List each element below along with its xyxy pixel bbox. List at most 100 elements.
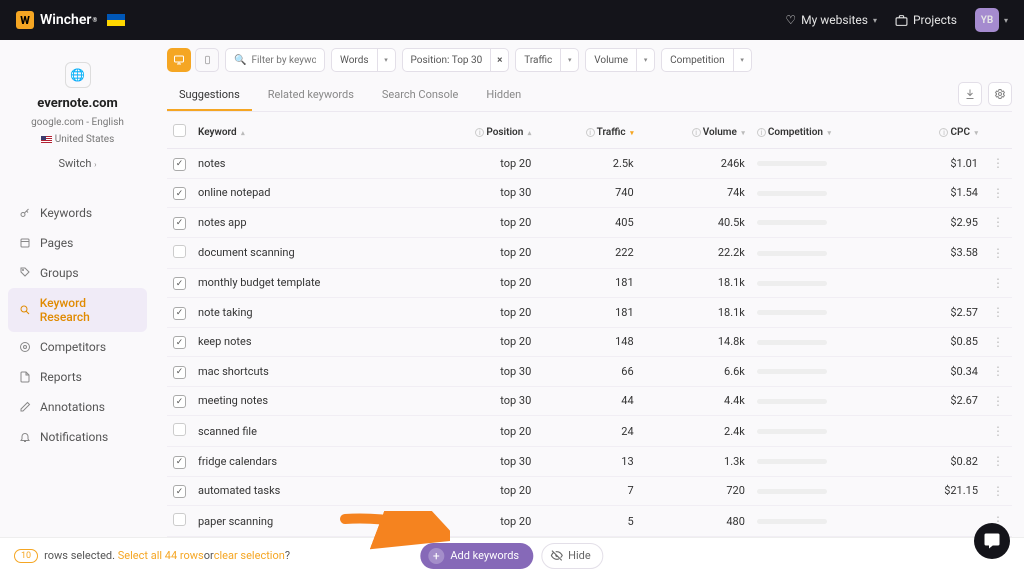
tab-suggestions[interactable]: Suggestions [167,80,252,111]
cell-position: top 30 [421,357,537,387]
chevron-down-icon[interactable]: ▾ [560,49,578,71]
eye-off-icon [550,549,563,562]
col-cpc[interactable]: iCPC ▾ [898,116,984,149]
row-checkbox[interactable] [173,336,186,349]
sidebar-item-annotations[interactable]: Annotations [8,392,147,422]
switch-site-link[interactable]: Switch › [14,157,141,170]
tab-search-console[interactable]: Search Console [370,80,470,111]
chevron-down-icon: ▾ [873,16,877,25]
tabs: Suggestions Related keywords Search Cons… [167,80,533,111]
keyword-filter-field[interactable] [251,55,316,66]
row-checkbox[interactable] [173,158,186,171]
row-menu-icon[interactable]: ⋮ [990,394,1006,408]
cell-volume: 22.2k [640,237,751,268]
brand-logo[interactable]: W Wincher ® [16,11,125,29]
row-checkbox[interactable] [173,307,186,320]
select-all-link[interactable]: Select all 44 rows [118,549,204,562]
row-checkbox[interactable] [173,513,186,526]
sidebar-item-groups[interactable]: Groups [8,258,147,288]
info-icon: i [586,128,595,137]
row-checkbox[interactable] [173,366,186,379]
cell-cpc: $0.34 [898,357,984,387]
user-menu[interactable]: YB ▾ [975,8,1008,32]
row-checkbox[interactable] [173,217,186,230]
col-position[interactable]: iPosition ▴ [421,116,537,149]
cell-position: top 30 [421,386,537,416]
tab-related[interactable]: Related keywords [256,80,366,111]
ukraine-flag-icon [107,14,125,26]
cell-position: top 20 [421,149,537,179]
settings-button[interactable] [988,82,1012,106]
add-keywords-button[interactable]: + Add keywords [420,543,533,569]
words-filter[interactable]: Words▾ [331,48,396,72]
row-checkbox[interactable] [173,456,186,469]
row-menu-icon[interactable]: ⋮ [990,424,1006,438]
row-menu-icon[interactable]: ⋮ [990,305,1006,319]
row-menu-icon[interactable]: ⋮ [990,246,1006,260]
row-menu-icon[interactable]: ⋮ [990,156,1006,170]
row-menu-icon[interactable]: ⋮ [990,364,1006,378]
row-menu-icon[interactable]: ⋮ [990,215,1006,229]
row-menu-icon[interactable]: ⋮ [990,484,1006,498]
close-icon[interactable]: × [490,49,508,71]
col-competition[interactable]: iCompetition ▾ [751,116,898,149]
keyword-filter-input[interactable]: 🔍 [225,48,325,72]
chat-fab[interactable] [974,523,1010,559]
cell-cpc: $2.67 [898,386,984,416]
row-checkbox[interactable] [173,245,186,258]
cell-cpc [898,416,984,447]
cell-traffic: 405 [537,208,639,238]
cell-position: top 20 [421,208,537,238]
cell-competition [751,298,898,328]
cell-traffic: 181 [537,298,639,328]
row-menu-icon[interactable]: ⋮ [990,276,1006,290]
sidebar-item-reports[interactable]: Reports [8,362,147,392]
competition-filter[interactable]: Competition▾ [661,48,752,72]
cell-keyword: keep notes [192,327,421,357]
row-checkbox[interactable] [173,423,186,436]
sidebar-item-competitors[interactable]: Competitors [8,332,147,362]
tab-hidden[interactable]: Hidden [474,80,533,111]
pages-icon [18,237,32,249]
select-all-checkbox[interactable] [173,124,186,137]
download-button[interactable] [958,82,982,106]
col-traffic[interactable]: iTraffic ▾ [537,116,639,149]
hide-button[interactable]: Hide [541,543,604,569]
volume-filter[interactable]: Volume▾ [585,48,655,72]
site-engine: google.com - English [14,117,141,128]
sidebar-item-keyword-research[interactable]: Keyword Research [8,288,147,332]
cell-volume: 6.6k [640,357,751,387]
mobile-view-button[interactable] [195,48,219,72]
pencil-icon [18,401,32,413]
my-websites-menu[interactable]: ♡ My websites ▾ [785,13,877,27]
cell-traffic: 222 [537,237,639,268]
sidebar-item-keywords[interactable]: Keywords [8,198,147,228]
table-row: automated taskstop 207720$21.15⋮ [167,476,1012,506]
table-row: monthly budget templatetop 2018118.1k⋮ [167,268,1012,298]
col-volume[interactable]: iVolume ▾ [640,116,751,149]
traffic-filter[interactable]: Traffic▾ [515,48,579,72]
clear-selection-link[interactable]: clear selection [214,549,285,562]
col-keyword[interactable]: Keyword ▴ [192,116,421,149]
sidebar-item-notifications[interactable]: Notifications [8,422,147,452]
row-menu-icon[interactable]: ⋮ [990,454,1006,468]
toolbar: 🔍 Words▾ Position: Top 30× Traffic▾ Volu… [167,48,1012,72]
cell-traffic: 181 [537,268,639,298]
row-checkbox[interactable] [173,395,186,408]
chevron-down-icon[interactable]: ▾ [377,49,395,71]
cell-keyword: document scanning [192,237,421,268]
row-checkbox[interactable] [173,485,186,498]
avatar: YB [975,8,999,32]
position-filter[interactable]: Position: Top 30× [402,48,510,72]
projects-link[interactable]: Projects [895,13,957,27]
row-menu-icon[interactable]: ⋮ [990,335,1006,349]
desktop-view-button[interactable] [167,48,191,72]
row-checkbox[interactable] [173,277,186,290]
cell-position: top 20 [421,327,537,357]
row-menu-icon[interactable]: ⋮ [990,186,1006,200]
info-icon: i [692,128,701,137]
row-checkbox[interactable] [173,187,186,200]
sidebar-item-pages[interactable]: Pages [8,228,147,258]
chevron-down-icon[interactable]: ▾ [636,49,654,71]
chevron-down-icon[interactable]: ▾ [733,49,751,71]
